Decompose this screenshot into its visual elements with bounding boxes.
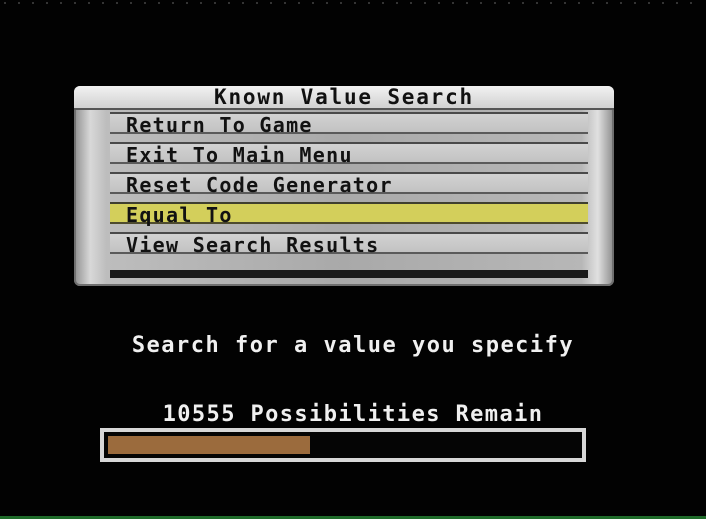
menu-item-reset-code-generator[interactable]: Reset Code Generator bbox=[110, 172, 588, 196]
menu-title: Known Value Search bbox=[74, 86, 614, 110]
search-progress-bar bbox=[100, 428, 586, 462]
top-scanline-dots bbox=[4, 2, 702, 4]
menu-item-exit-to-main-menu[interactable]: Exit To Main Menu bbox=[110, 142, 588, 166]
menu-item-return-to-game[interactable]: Return To Game bbox=[110, 112, 588, 136]
menu-item-equal-to[interactable]: Equal To bbox=[110, 202, 588, 226]
menu-description: Search for a value you specify bbox=[131, 333, 575, 358]
known-value-search-menu: Known Value Search Return To Game Exit T… bbox=[74, 86, 614, 286]
menu-list: Return To Game Exit To Main Menu Reset C… bbox=[110, 112, 588, 262]
game-screen: Known Value Search Return To Game Exit T… bbox=[0, 0, 706, 519]
possibilities-remaining-text: 10555 Possibilities Remain bbox=[162, 402, 544, 427]
menu-bottom-bar bbox=[110, 270, 588, 278]
menu-item-view-search-results[interactable]: View Search Results bbox=[110, 232, 588, 256]
search-progress-fill bbox=[108, 436, 311, 454]
